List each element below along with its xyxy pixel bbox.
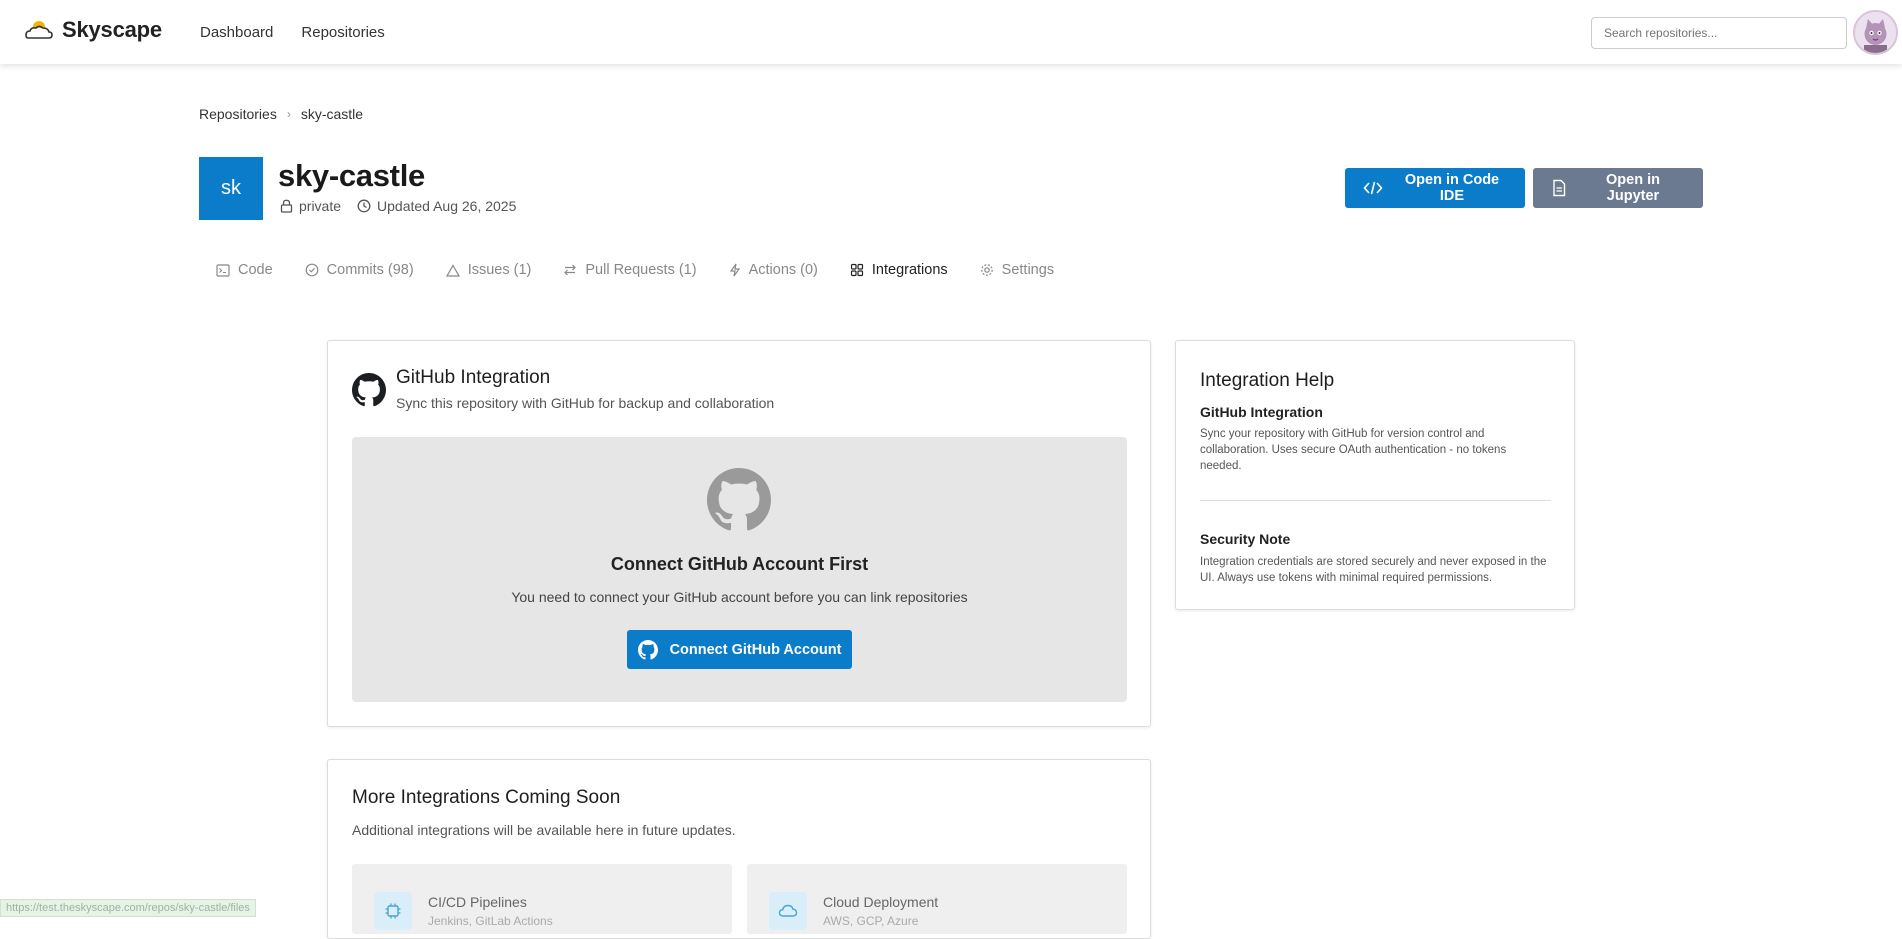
tab-pull-requests[interactable]: Pull Requests (1) [563,262,697,278]
help-security-text: Integration credentials are stored secur… [1200,556,1547,584]
more-subtitle: Additional integrations will be availabl… [352,822,736,838]
connect-description: You need to connect your GitHub account … [511,589,968,605]
lightning-icon [729,263,741,277]
warning-triangle-icon [445,263,460,277]
tab-issues-label: Issues (1) [467,262,532,278]
code-brackets-icon [1363,180,1383,196]
breadcrumb-repositories[interactable]: Repositories [199,106,277,122]
github-integration-card: GitHub Integration Sync this repository … [327,340,1151,727]
github-icon [352,373,386,411]
tab-code[interactable]: Code [216,262,273,278]
document-icon [1551,179,1567,197]
updated-label: Updated Aug 26, 2025 [377,198,517,214]
search-input[interactable] [1591,17,1847,49]
grid-icon [850,263,864,277]
brand[interactable]: Skyscape [22,17,162,43]
tab-actions[interactable]: Actions (0) [729,262,818,278]
updated-info: Updated Aug 26, 2025 [357,198,516,214]
github-card-header: GitHub Integration Sync this repository … [352,367,774,411]
tab-actions-label: Actions (0) [748,262,818,278]
main-nav: Dashboard Repositories [200,24,385,41]
more-integrations-card: More Integrations Coming Soon Additional… [327,759,1151,939]
check-circle-icon [305,263,319,277]
more-title: More Integrations Coming Soon [352,787,621,808]
open-jupyter-button[interactable]: Open in Jupyter [1533,168,1703,208]
tab-issues[interactable]: Issues (1) [445,262,532,278]
tab-integrations[interactable]: Integrations [850,262,948,278]
tab-settings-label: Settings [1001,262,1055,278]
nav-repositories[interactable]: Repositories [301,24,384,41]
gear-icon [980,263,994,277]
tab-commits[interactable]: Commits (98) [305,262,414,278]
repo-meta: private Updated Aug 26, 2025 [280,198,516,214]
open-jupyter-label: Open in Jupyter [1606,172,1660,204]
app-name: Skyscape [62,17,162,42]
tab-settings[interactable]: Settings [980,262,1054,278]
connect-github-label: Connect GitHub Account [669,641,842,658]
cloud-icon [769,892,807,930]
help-divider [1200,500,1551,501]
connect-github-panel: Connect GitHub Account First You need to… [352,437,1127,702]
avatar[interactable] [1853,10,1898,55]
github-button-icon [637,639,658,660]
integration-help-card: Integration Help GitHub Integration Sync… [1175,340,1575,610]
chip-icon [374,892,412,930]
page-title: sky-castle [278,158,425,193]
tab-commits-label: Commits (98) [326,262,414,278]
open-code-ide-button[interactable]: Open in Code IDE [1345,168,1525,208]
help-github-text: Sync your repository with GitHub for ver… [1200,428,1507,472]
connect-title: Connect GitHub Account First [610,554,869,574]
tab-pull-requests-label: Pull Requests (1) [585,262,697,278]
tab-integrations-label: Integrations [871,262,948,278]
visibility-info: private [280,198,341,214]
top-navbar: Skyscape Dashboard Repositories [0,0,1902,64]
chevron-right-icon: › [286,107,291,121]
tab-code-label: Code [238,262,273,278]
repo-avatar-tile: sk [199,157,263,220]
nav-dashboard[interactable]: Dashboard [200,24,273,41]
connect-github-button[interactable]: Connect GitHub Account [627,630,852,669]
help-title: Integration Help [1200,370,1335,391]
help-security-heading: Security Note [1200,531,1291,547]
github-card-subtitle: Sync this repository with GitHub for bac… [396,395,775,411]
status-bar-url: https://test.theskyscape.com/repos/sky-c… [0,899,256,917]
cloud-sun-logo-icon [22,18,54,42]
lock-icon [280,199,293,213]
terminal-icon [216,263,230,277]
integration-tile-cloud: Cloud Deployment AWS, GCP, Azure [747,864,1127,934]
integration-name-cloud: Cloud Deployment [823,894,939,910]
integration-name-cicd: CI/CD Pipelines [428,894,527,910]
breadcrumb-current: sky-castle [300,106,364,122]
help-github-heading: GitHub Integration [1200,404,1323,420]
breadcrumb: Repositories › sky-castle [199,106,363,122]
integration-tile-cicd: CI/CD Pipelines Jenkins, GitLab Actions [352,864,732,934]
integration-desc-cicd: Jenkins, GitLab Actions [428,914,553,928]
clock-icon [357,199,371,213]
integration-desc-cloud: AWS, GCP, Azure [823,914,919,928]
open-code-ide-label: Open in Code IDE [1404,172,1500,204]
arrows-swap-icon [563,263,577,277]
repo-tabs: Code Commits (98) Issues (1) Pull Reques… [216,262,1054,278]
visibility-label: private [299,198,342,214]
github-large-icon [707,468,771,532]
github-card-title: GitHub Integration [396,367,551,388]
